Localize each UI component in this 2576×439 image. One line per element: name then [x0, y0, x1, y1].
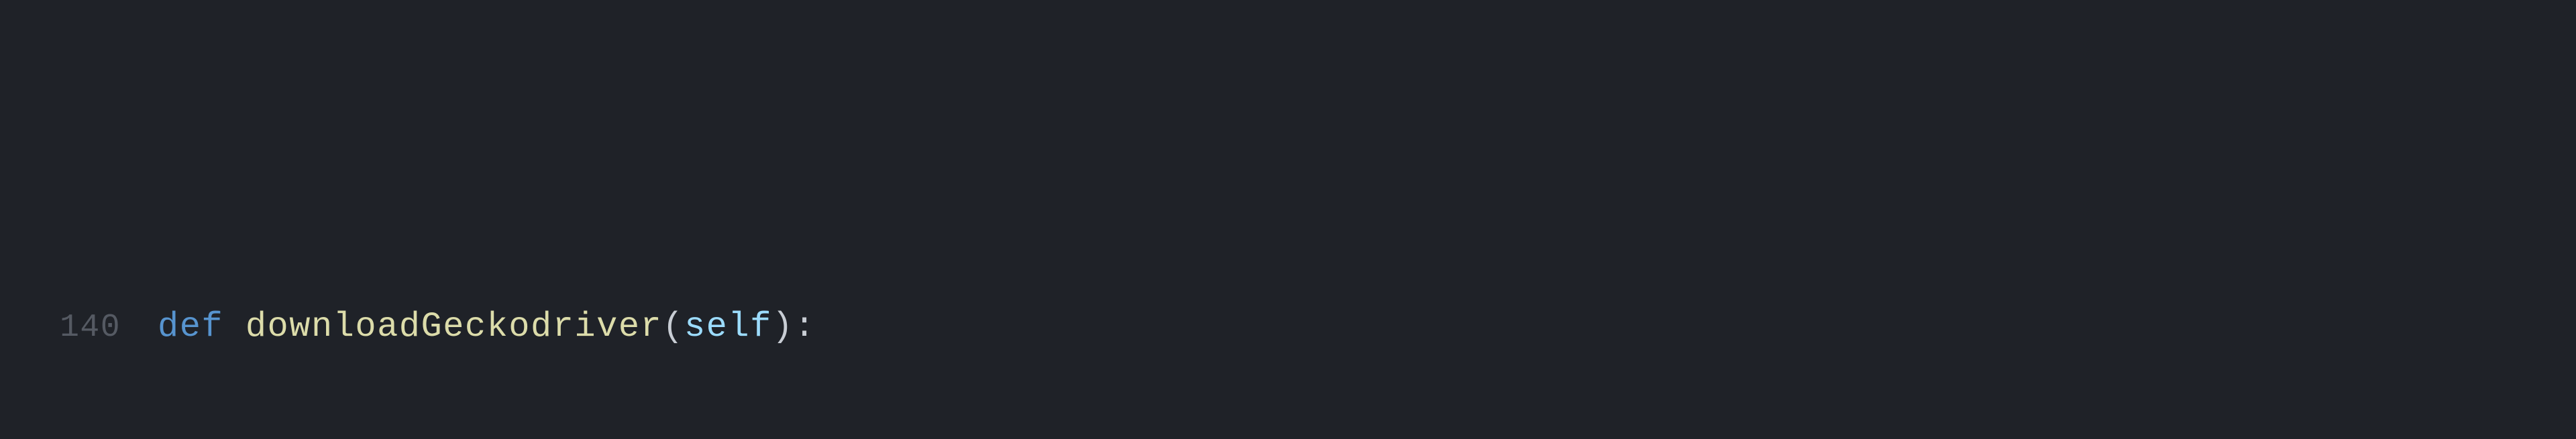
keyword-def: def: [158, 307, 223, 347]
paren-open: (: [662, 307, 684, 347]
self-param: self: [684, 307, 772, 347]
code-content: def downloadGeckodriver(self):: [158, 295, 816, 359]
code-line: 140 def downloadGeckodriver(self):: [20, 295, 2556, 359]
line-number: 140: [20, 298, 158, 358]
paren-close: ): [772, 307, 794, 347]
space: [223, 307, 246, 347]
function-name: downloadGeckodriver: [246, 307, 662, 347]
code-editor: 140 def downloadGeckodriver(self): 141 g…: [0, 0, 2576, 439]
colon: :: [794, 307, 816, 347]
